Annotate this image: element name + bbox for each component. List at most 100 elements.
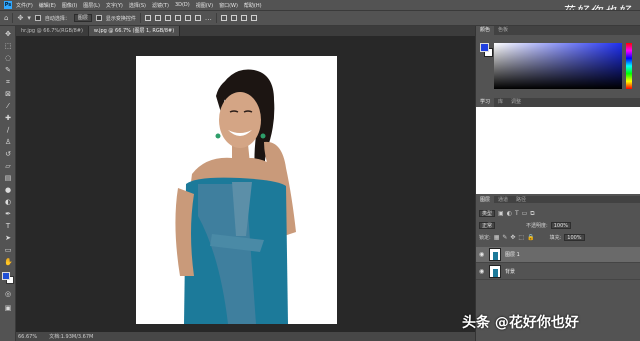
- opacity-field[interactable]: 100%: [550, 222, 571, 229]
- layer-kind-filter[interactable]: 类型: [479, 210, 496, 217]
- lock-label: 锁定:: [479, 235, 491, 241]
- auto-select-checkbox[interactable]: [34, 15, 41, 21]
- lock-pixels-icon[interactable]: ▦: [494, 234, 500, 241]
- distribute-icon[interactable]: [220, 15, 227, 21]
- right-panels: 颜色 色板 学习 库 调整 图层 通道 路径 类型 ▣ ◐ T ▭ ⧉ 正常 不…: [476, 26, 640, 341]
- menu-filter[interactable]: 滤镜(T): [152, 2, 169, 9]
- eraser-icon[interactable]: ▱: [4, 162, 12, 170]
- lock-row: 锁定: ▦ ✎ ✥ ⬚ 🔒 填充: 100%: [479, 233, 637, 242]
- pen-icon[interactable]: ✒: [4, 210, 12, 218]
- menu-help[interactable]: 帮助(H): [244, 2, 262, 9]
- photo-woman-blue-dress: [175, 69, 296, 324]
- show-transform-label: 显示变换控件: [105, 15, 136, 22]
- path-select-icon[interactable]: ➤: [4, 234, 12, 242]
- zoom-level[interactable]: 66.67%: [18, 334, 37, 340]
- blend-mode-dropdown[interactable]: 正常: [479, 222, 496, 229]
- auto-select-label: 自动选择：: [44, 15, 70, 22]
- menu-type[interactable]: 文字(Y): [106, 2, 123, 9]
- menu-view[interactable]: 视图(V): [196, 2, 213, 9]
- align-middle-icon[interactable]: [184, 15, 191, 21]
- quick-select-icon[interactable]: ✎: [4, 66, 12, 74]
- fill-label: 填充:: [549, 235, 562, 241]
- lasso-icon[interactable]: ◌: [4, 54, 12, 62]
- hand-icon[interactable]: ✋: [4, 258, 13, 266]
- foreground-color-swatch[interactable]: [2, 272, 10, 280]
- panel-foreground-swatch[interactable]: [480, 43, 489, 52]
- watermark-bottom: 头条 @花好你也好: [462, 315, 579, 331]
- layer-name[interactable]: 图层 1: [505, 251, 520, 258]
- image-filter-icon[interactable]: ▣: [498, 210, 504, 217]
- layer-row-layer1[interactable]: ◉ 图层 1: [476, 247, 640, 263]
- distribute-icon[interactable]: [240, 15, 247, 21]
- eye-icon[interactable]: ◉: [479, 268, 485, 275]
- fill-field[interactable]: 100%: [564, 234, 585, 241]
- move-tool-icon[interactable]: ✥: [17, 14, 23, 22]
- distribute-icon[interactable]: [250, 15, 257, 21]
- frame-icon[interactable]: ⊠: [4, 90, 12, 98]
- divider: [12, 13, 14, 23]
- menu-3d[interactable]: 3D(D): [175, 2, 190, 8]
- type-icon[interactable]: T: [4, 222, 12, 230]
- options-bar: ⌂ ✥ ▾ 自动选择： 图层 显示变换控件 …: [0, 10, 640, 26]
- type-filter-icon[interactable]: T: [515, 210, 519, 217]
- shape-filter-icon[interactable]: ▭: [522, 210, 528, 217]
- crop-icon[interactable]: ⌗: [4, 78, 12, 86]
- history-brush-icon[interactable]: ↺: [4, 150, 12, 158]
- document-info: 文档:1.93M/3.67M: [49, 334, 94, 340]
- tab-learn[interactable]: 学习: [476, 98, 495, 107]
- lock-position-icon[interactable]: ✥: [510, 234, 515, 241]
- align-center-icon[interactable]: [154, 15, 161, 21]
- menu-window[interactable]: 窗口(W): [219, 2, 238, 9]
- distribute-icon[interactable]: [230, 15, 237, 21]
- marquee-icon[interactable]: ⬚: [4, 42, 12, 50]
- align-right-icon[interactable]: [164, 15, 171, 21]
- document-image[interactable]: [136, 56, 337, 324]
- layer-thumbnail: [489, 265, 501, 278]
- document-tab[interactable]: hr.jpg @ 66.7%(RGB/8#): [16, 26, 89, 36]
- divider: [215, 13, 217, 23]
- layer-row-background[interactable]: ◉ 背景: [476, 264, 640, 280]
- more-icon[interactable]: …: [205, 14, 212, 22]
- smart-object-filter-icon[interactable]: ⧉: [530, 210, 534, 218]
- lock-all-icon[interactable]: 🔒: [527, 234, 534, 241]
- color-picker-field[interactable]: [494, 43, 622, 89]
- menu-edit[interactable]: 编辑(E): [39, 2, 56, 9]
- blur-icon[interactable]: ●: [4, 186, 12, 194]
- menu-file[interactable]: 文件(F): [16, 2, 33, 9]
- show-transform-checkbox[interactable]: [95, 15, 102, 21]
- chevron-down-icon[interactable]: ▾: [27, 14, 31, 22]
- align-bottom-icon[interactable]: [194, 15, 201, 21]
- tab-adjustments[interactable]: 调整: [507, 98, 525, 107]
- home-icon[interactable]: ⌂: [4, 14, 8, 22]
- tab-color[interactable]: 颜色: [476, 26, 495, 35]
- align-left-icon[interactable]: [144, 15, 151, 21]
- learn-panel-tabs: 学习 库 调整: [476, 98, 640, 107]
- menu-select[interactable]: 选择(S): [129, 2, 146, 9]
- screen-mode-icon[interactable]: ▣: [4, 304, 12, 312]
- document-tab-bar: hr.jpg @ 66.7%(RGB/8#) w.jpg @ 66.7% (图层…: [16, 26, 475, 36]
- tab-swatches[interactable]: 色板: [494, 26, 512, 35]
- move-icon[interactable]: ✥: [4, 30, 12, 38]
- tab-libraries[interactable]: 库: [494, 98, 507, 107]
- layer-name[interactable]: 背景: [505, 268, 515, 275]
- adjustment-filter-icon[interactable]: ◐: [507, 210, 512, 217]
- lock-artboard-icon[interactable]: ⬚: [518, 234, 524, 241]
- auto-select-dropdown[interactable]: 图层: [73, 14, 92, 22]
- lock-paint-icon[interactable]: ✎: [502, 234, 507, 241]
- eyedropper-icon[interactable]: ⁄: [4, 102, 12, 110]
- opacity-label: 不透明度:: [526, 223, 548, 229]
- gradient-icon[interactable]: ▤: [4, 174, 12, 182]
- align-top-icon[interactable]: [174, 15, 181, 21]
- brush-icon[interactable]: ∕: [4, 126, 12, 134]
- hue-slider[interactable]: [626, 43, 632, 89]
- quick-mask-icon[interactable]: ◎: [4, 290, 12, 298]
- healing-icon[interactable]: ✚: [4, 114, 12, 122]
- menu-image[interactable]: 图像(I): [62, 2, 77, 9]
- document-tab-active[interactable]: w.jpg @ 66.7% (图层 1, RGB/8#): [88, 26, 181, 36]
- eye-icon[interactable]: ◉: [479, 251, 485, 258]
- dodge-icon[interactable]: ◐: [4, 198, 12, 206]
- shape-icon[interactable]: ▭: [4, 246, 12, 254]
- stamp-icon[interactable]: ♙: [4, 138, 12, 146]
- color-panel: [476, 35, 640, 93]
- menu-layer[interactable]: 图层(L): [83, 2, 100, 9]
